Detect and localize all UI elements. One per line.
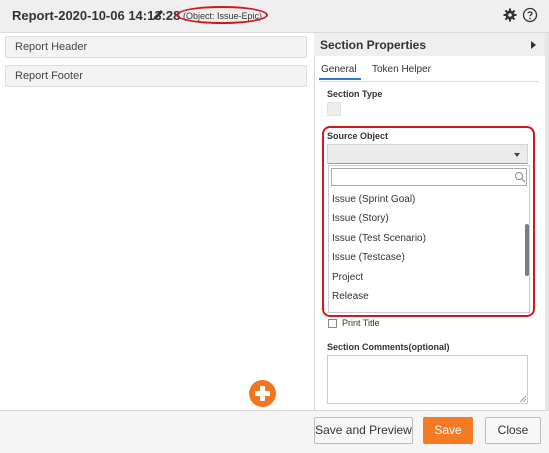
collapse-panel-icon[interactable]	[531, 41, 536, 49]
close-button[interactable]: Close	[485, 417, 541, 444]
panel-title: Section Properties	[320, 38, 427, 52]
gear-icon[interactable]	[503, 8, 517, 22]
section-type-field[interactable]	[327, 102, 341, 116]
section-comments-input[interactable]	[327, 355, 528, 404]
tab-token-helper[interactable]: Token Helper	[372, 64, 431, 75]
resize-grip-icon[interactable]	[520, 396, 526, 402]
section-type-label: Section Type	[327, 89, 383, 99]
help-icon[interactable]	[522, 7, 538, 23]
tabs-divider	[319, 81, 539, 82]
pencil-icon[interactable]	[150, 7, 166, 23]
print-title-label: Print Title	[342, 318, 380, 328]
tab-general[interactable]: General	[321, 64, 357, 75]
annotation-circle	[176, 6, 268, 24]
print-title-checkbox[interactable]	[328, 319, 337, 328]
report-section-row[interactable]: Report Footer	[5, 65, 307, 87]
panel-scrollbar[interactable]	[545, 33, 549, 410]
annotation-highlight-box	[322, 126, 535, 317]
add-section-button[interactable]	[249, 380, 276, 407]
report-section-row[interactable]: Report Header	[5, 36, 307, 58]
active-tab-indicator	[319, 78, 361, 80]
section-comments-label: Section Comments(optional)	[327, 342, 450, 352]
save-and-preview-button[interactable]: Save and Preview	[314, 417, 413, 444]
save-button[interactable]: Save	[423, 417, 473, 444]
